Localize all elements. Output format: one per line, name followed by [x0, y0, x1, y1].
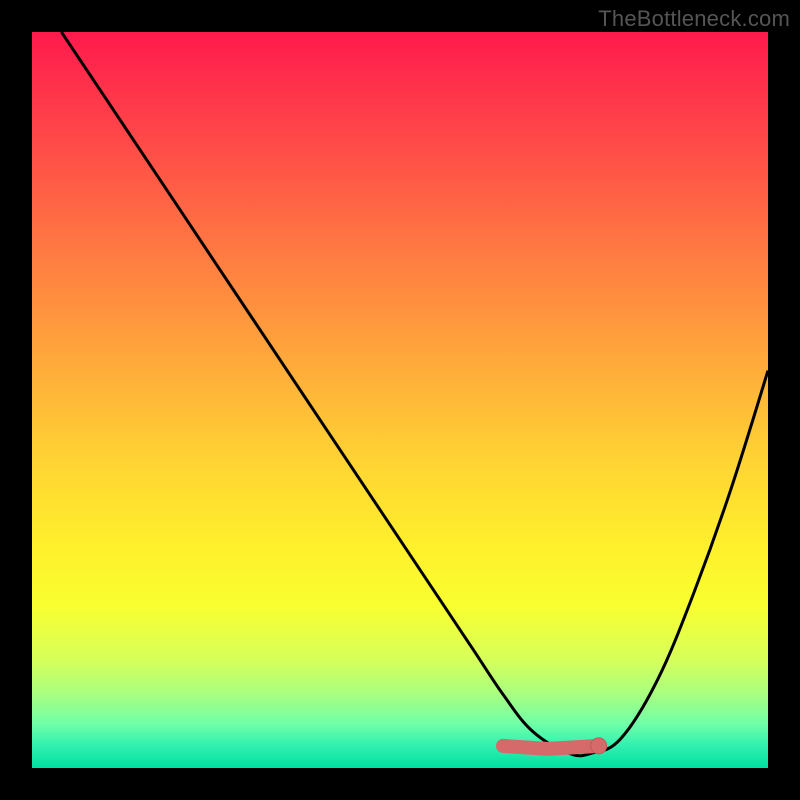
- chart-frame: TheBottleneck.com: [0, 0, 800, 800]
- bottleneck-curve-path: [61, 32, 768, 756]
- bottleneck-curve: [61, 32, 768, 756]
- flat-region-markers: [503, 738, 607, 754]
- curve-layer: [32, 32, 768, 768]
- plot-area: [32, 32, 768, 768]
- flat-region-line: [503, 746, 599, 749]
- flat-region-end-dot: [591, 738, 607, 754]
- watermark-text: TheBottleneck.com: [598, 6, 790, 32]
